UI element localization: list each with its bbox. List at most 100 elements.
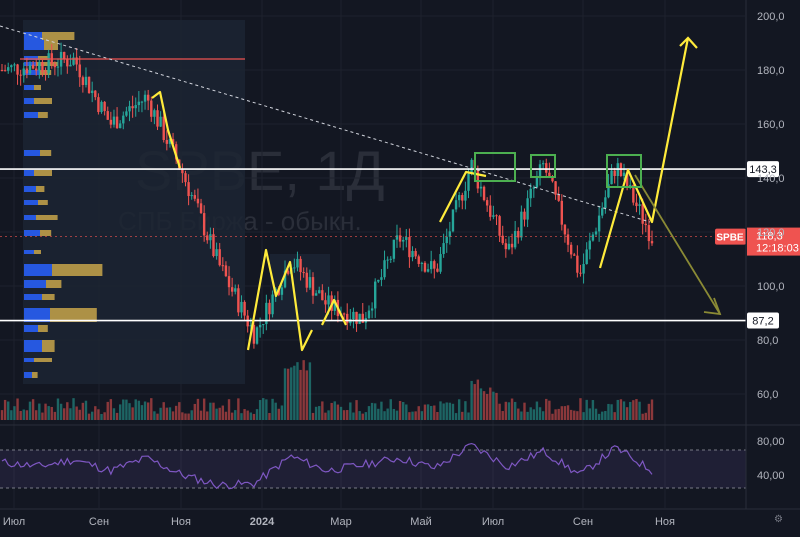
volume-bar [84, 400, 88, 420]
profile-bar [34, 358, 52, 362]
volume-bar [153, 411, 156, 420]
volume-bar [632, 400, 635, 420]
volume-bar [333, 401, 336, 420]
candle-body [299, 258, 302, 273]
volume-bar [50, 406, 53, 420]
candle-body [258, 324, 262, 328]
volume-bar [7, 401, 10, 420]
candle-body [153, 110, 156, 117]
volume-bar [541, 411, 545, 420]
candle-body [392, 239, 396, 259]
volume-bar [63, 408, 66, 420]
profile-bar [24, 98, 34, 104]
volume-bar [510, 398, 514, 420]
volume-bar [112, 408, 116, 420]
level-label: 87,2 [752, 316, 773, 328]
profile-bar [32, 372, 38, 378]
volume-bar [644, 412, 647, 420]
volume-bar [585, 399, 588, 420]
candle-body [563, 224, 567, 235]
candle-body [374, 281, 377, 309]
profile-bar [38, 112, 48, 118]
candle-body [523, 211, 526, 220]
volume-bar [69, 408, 72, 420]
candle-body [327, 295, 330, 305]
volume-bar [162, 402, 165, 420]
volume-bar [230, 412, 234, 420]
profile-bar [24, 340, 42, 352]
x-tick-label: Мар [330, 516, 352, 528]
candle-body [69, 64, 72, 67]
volume-bar [94, 406, 97, 420]
volume-bar [545, 398, 548, 420]
profile-bar [42, 32, 75, 40]
candle-body [118, 123, 122, 129]
candle-body [314, 293, 318, 296]
price-chart[interactable]: SPBE, 1Д СПБ Биржа - обыкн. 143,387,2SPB… [0, 0, 800, 532]
volume-bar [520, 411, 523, 420]
candle-body [361, 313, 364, 323]
volume-bar [305, 370, 308, 420]
candle-body [647, 225, 651, 242]
candle-body [495, 215, 498, 217]
chart-root[interactable]: SPBE, 1Д СПБ Биржа - обыкн. 143,387,2SPB… [0, 0, 800, 532]
candle-body [576, 255, 579, 273]
symbol-tag: SPBE [716, 233, 744, 244]
candle-body [451, 209, 455, 232]
volume-bar [411, 411, 414, 420]
candle-body [641, 204, 644, 224]
candle-body [227, 276, 231, 288]
volume-bar [364, 412, 368, 420]
volume-bar [258, 400, 262, 420]
volume-bar [489, 387, 492, 420]
volume-bar [342, 410, 346, 420]
volume-bar [118, 404, 122, 420]
volume-bar [513, 401, 517, 420]
volume-bar [143, 401, 147, 420]
candle-body [507, 243, 511, 250]
volume-bar [395, 410, 399, 420]
volume-bar [597, 413, 601, 420]
candle-body [302, 272, 305, 274]
candle-body [635, 202, 638, 207]
candle-body [128, 106, 131, 112]
candle-body [308, 277, 312, 288]
candle-body [41, 62, 44, 72]
profile-bar [24, 85, 34, 90]
volume-bar [215, 408, 218, 420]
volume-bar [457, 399, 461, 420]
candle-body [526, 198, 529, 220]
volume-bar [414, 411, 417, 420]
candle-body [293, 267, 296, 269]
x-tick-label: Сен [89, 516, 109, 528]
volume-bar [526, 411, 529, 420]
profile-bar [24, 250, 34, 254]
candle-body [321, 290, 324, 301]
y-tick-label: 140,0 [757, 173, 785, 185]
volume-bar [125, 399, 128, 420]
candle-body [604, 197, 607, 209]
volume-bar [445, 402, 448, 420]
volume-bar [187, 413, 190, 420]
volume-bar [529, 407, 532, 420]
volume-bar [629, 401, 632, 420]
candle-body [398, 235, 402, 242]
candle-body [569, 244, 573, 255]
candle-body [324, 300, 327, 305]
volume-bar [286, 368, 290, 420]
rsi-tick-label: 80,00 [757, 436, 785, 448]
volume-bar [504, 401, 508, 420]
volume-bar [72, 398, 75, 420]
settings-icon[interactable]: ⚙ [774, 515, 784, 525]
candle-body [408, 237, 411, 258]
candle-body [352, 311, 355, 320]
candle-body [346, 313, 349, 324]
profile-bar [38, 325, 48, 332]
candle-body [38, 62, 41, 71]
volume-bar [420, 411, 424, 420]
volume-bar [426, 404, 430, 420]
volume-bar [433, 405, 436, 420]
volume-bar [613, 412, 616, 420]
candle-body [19, 74, 22, 76]
x-tick-label: 2024 [250, 516, 275, 528]
